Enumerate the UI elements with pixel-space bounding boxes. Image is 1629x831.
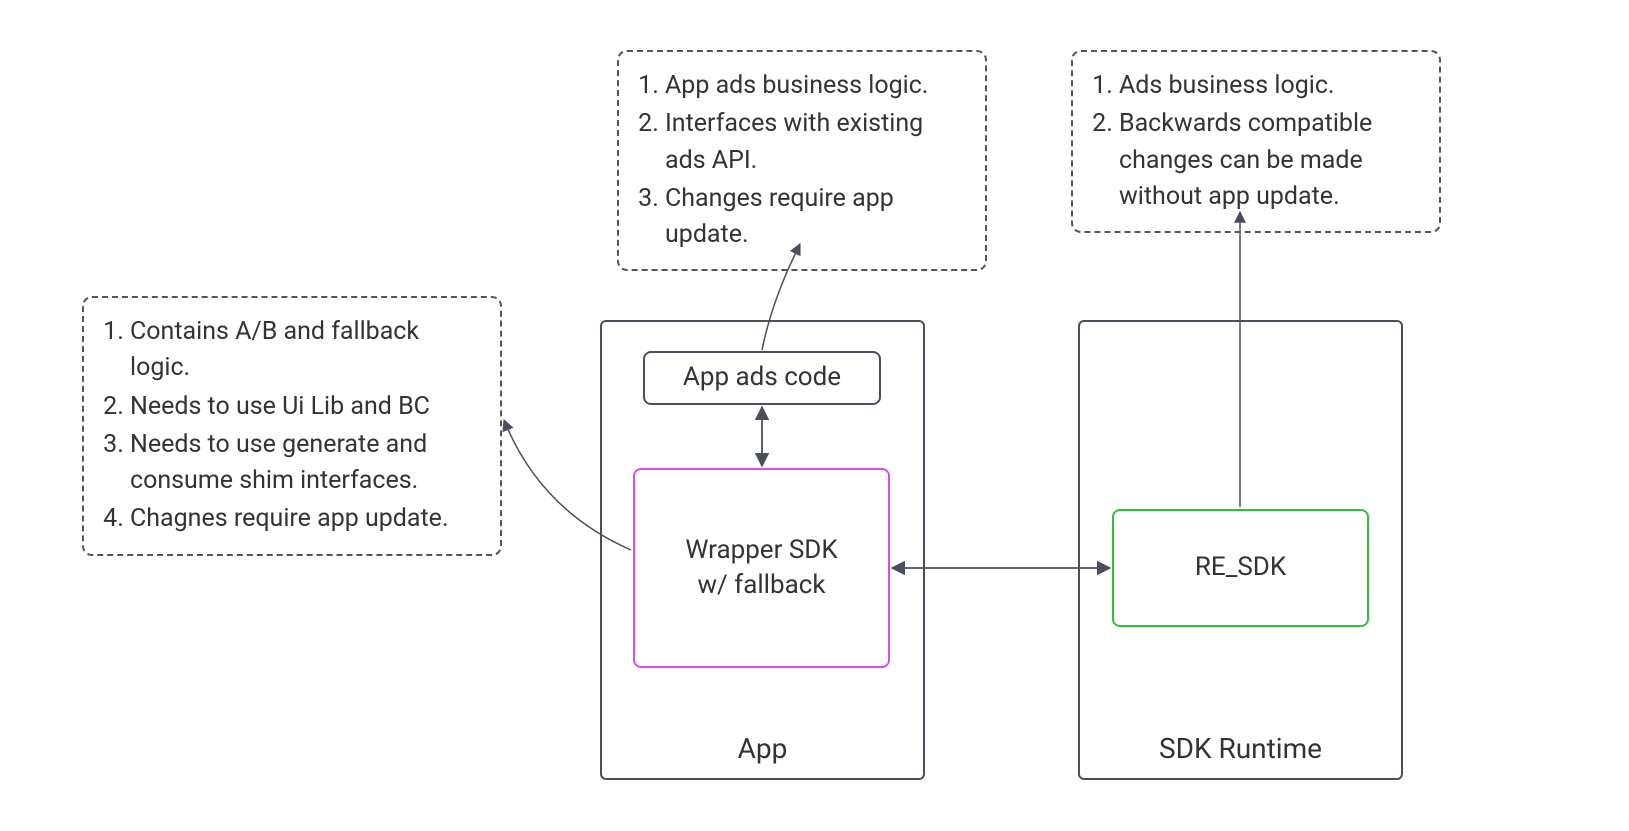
arrow-appads-to-note: [762, 244, 800, 350]
arrow-wrapper-to-note: [504, 420, 631, 550]
arrows-layer: [0, 0, 1629, 831]
